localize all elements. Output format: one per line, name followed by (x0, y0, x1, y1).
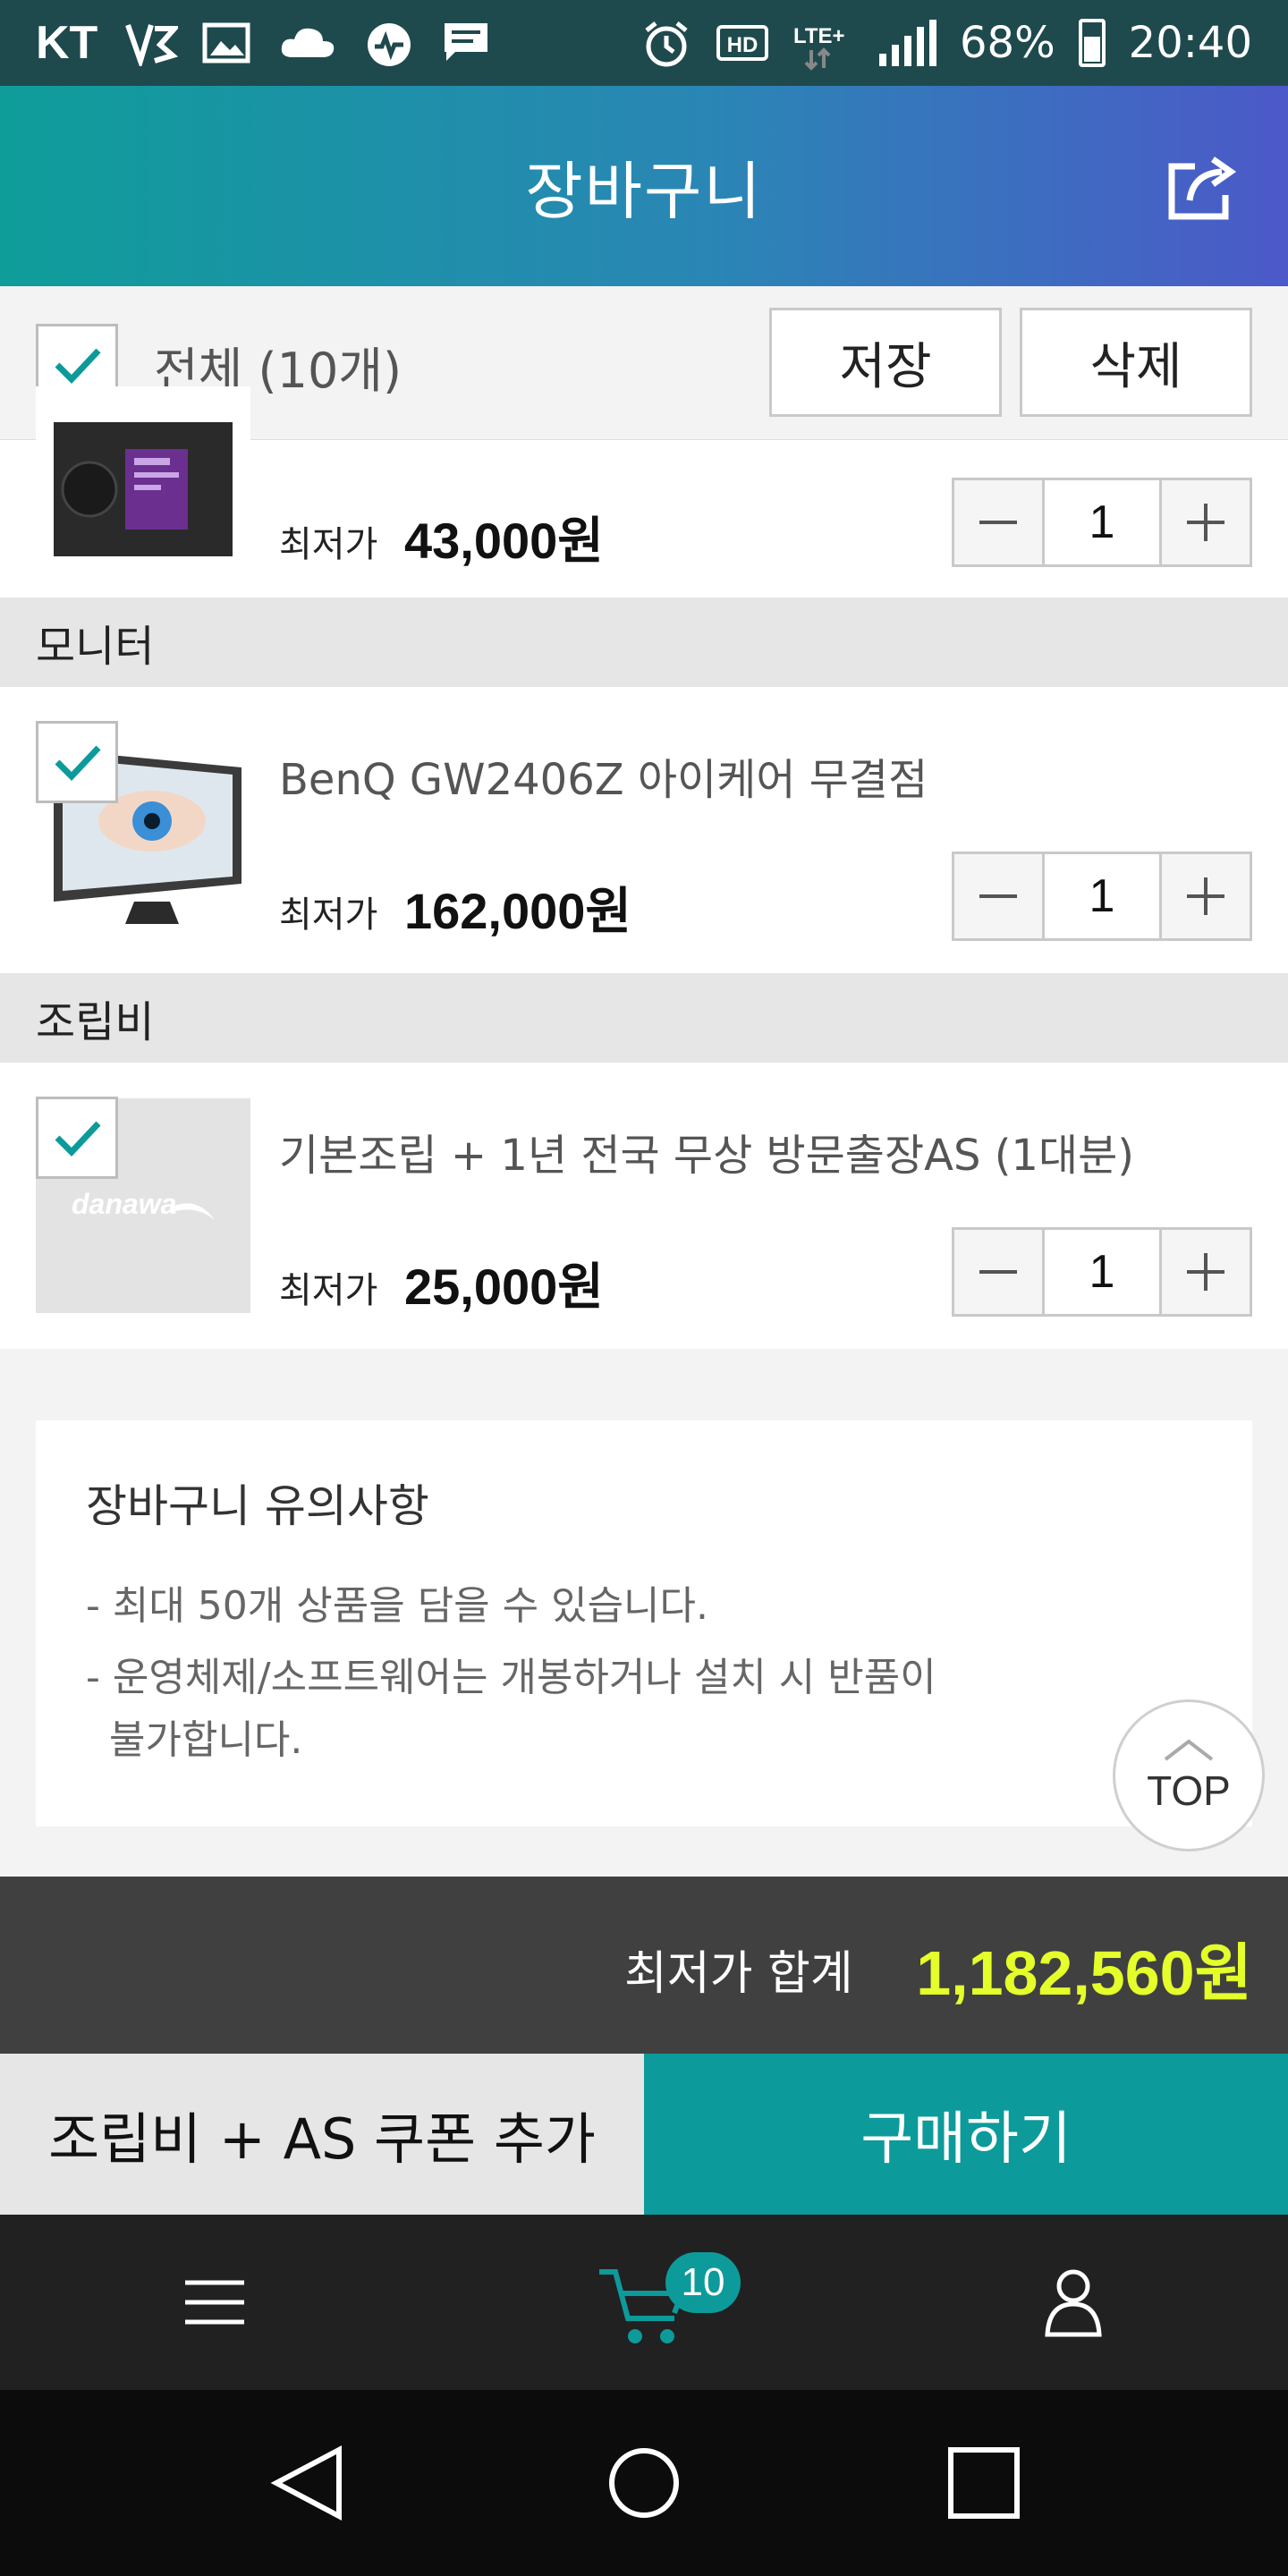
minus-icon (979, 894, 1017, 898)
increase-button[interactable] (1162, 480, 1250, 564)
status-right: HD LTE+ 68% 20:40 (641, 18, 1252, 71)
home-button[interactable] (597, 2436, 691, 2529)
plus-icon (1187, 877, 1224, 915)
v3-icon (124, 20, 182, 70)
menu-icon (185, 2280, 244, 2325)
scroll-top-label: TOP (1147, 1767, 1231, 1814)
plus-icon (1187, 504, 1224, 541)
hd-icon: HD (715, 20, 770, 66)
system-nav (0, 2390, 1288, 2576)
notice-title: 장바구니 유의사항 (86, 1480, 429, 1532)
cloud-icon (278, 20, 337, 66)
total-bar: 최저가 합계 1,182,560원 (0, 1877, 1288, 2054)
carrier-label: KT (36, 17, 98, 69)
product-name[interactable]: BenQ GW2406Z 아이케어 무결점 (279, 744, 928, 807)
price-label: 최저가 (279, 1270, 378, 1311)
item-checkbox[interactable] (36, 721, 118, 803)
recents-button[interactable] (937, 2436, 1030, 2529)
battery-percent: 68% (959, 18, 1055, 68)
minus-icon (979, 1270, 1017, 1274)
app-header: 장바구니 (0, 86, 1288, 286)
quantity-stepper: 1 (952, 478, 1252, 567)
menu-button[interactable] (170, 2258, 259, 2347)
cart-item: BenQ GW2406Z 아이케어 무결점 최저가 162,000원 1 (0, 687, 1288, 973)
gallery-icon (201, 20, 251, 66)
price-value: 162,000원 (404, 883, 631, 939)
decrease-button[interactable] (954, 480, 1042, 564)
notice-line: - 최대 50개 상품을 담을 수 있습니다. (86, 1583, 709, 1629)
back-button[interactable] (261, 2436, 354, 2529)
battery-icon (1078, 19, 1106, 67)
clock: 20:40 (1128, 18, 1252, 68)
decrease-button[interactable] (954, 854, 1042, 938)
quantity-value[interactable]: 1 (1042, 1230, 1162, 1314)
notice-line: 불가합니다. (109, 1717, 303, 1763)
quantity-value[interactable]: 1 (1042, 854, 1162, 938)
health-icon (364, 20, 414, 66)
alarm-icon (641, 20, 691, 67)
increase-button[interactable] (1162, 1230, 1250, 1314)
quantity-stepper: 1 (952, 1227, 1252, 1317)
psu-image (54, 422, 233, 556)
product-thumbnail (36, 386, 250, 562)
share-icon (1168, 157, 1237, 220)
scroll-top-button[interactable]: TOP (1113, 1699, 1265, 1852)
minus-icon (979, 521, 1017, 524)
cart-item: 최저가 43,000원 1 (0, 386, 1288, 597)
check-icon (55, 348, 101, 385)
back-icon (270, 2445, 342, 2521)
lte-text: LTE+ (793, 24, 845, 48)
delete-button[interactable]: 삭제 (1020, 308, 1252, 417)
decrease-button[interactable] (954, 1230, 1042, 1314)
account-button[interactable] (1029, 2258, 1118, 2347)
lte-icon: LTE+ (793, 20, 856, 71)
notice-box: 장바구니 유의사항 - 최대 50개 상품을 담을 수 있습니다. - 운영체제… (36, 1420, 1252, 1826)
check-icon (55, 745, 101, 782)
price-value: 25,000원 (404, 1258, 604, 1315)
add-coupon-button[interactable]: 조립비 + AS 쿠폰 추가 (0, 2054, 644, 2215)
home-icon (609, 2448, 679, 2518)
category-header: 모니터 (0, 597, 1288, 687)
check-icon (55, 1121, 101, 1157)
quantity-stepper: 1 (952, 852, 1252, 941)
page-title: 장바구니 (525, 154, 763, 228)
message-icon (441, 20, 491, 66)
product-name[interactable]: 기본조립 + 1년 전국 무상 방문출장AS (1대분) (279, 1120, 1134, 1182)
price-value: 43,000원 (404, 513, 604, 569)
notice-line: - 운영체제/소프트웨어는 개봉하거나 설치 시 반품이 (86, 1655, 936, 1700)
status-bar: KT HD LTE+ 68% 20:40 (0, 0, 1288, 86)
bottom-nav: 10 (0, 2215, 1288, 2390)
chevron-up-icon (1164, 1739, 1214, 1761)
category-header: 조립비 (0, 973, 1288, 1063)
recents-icon (948, 2447, 1020, 2519)
svg-text:HD: HD (727, 33, 758, 57)
notice-section: 장바구니 유의사항 - 최대 50개 상품을 담을 수 있습니다. - 운영체제… (0, 1349, 1288, 1877)
increase-button[interactable] (1162, 854, 1250, 938)
save-button[interactable]: 저장 (769, 308, 1002, 417)
plus-icon (1187, 1253, 1224, 1291)
signal-icon (878, 20, 936, 66)
item-checkbox[interactable] (36, 1097, 118, 1179)
cart-count-badge: 10 (665, 2252, 741, 2313)
total-label: 최저가 합계 (624, 1947, 853, 2001)
buy-button[interactable]: 구매하기 (644, 2054, 1288, 2215)
price-label: 최저가 (279, 524, 378, 565)
total-value: 1,182,560원 (916, 1938, 1252, 2008)
price-label: 최저가 (279, 894, 378, 936)
quantity-value[interactable]: 1 (1042, 480, 1162, 564)
status-left: KT (36, 16, 641, 70)
share-button[interactable] (1163, 147, 1243, 227)
user-icon (1045, 2269, 1102, 2337)
cart-item: danawa 기본조립 + 1년 전국 무상 방문출장AS (1대분) 최저가 … (0, 1063, 1288, 1349)
